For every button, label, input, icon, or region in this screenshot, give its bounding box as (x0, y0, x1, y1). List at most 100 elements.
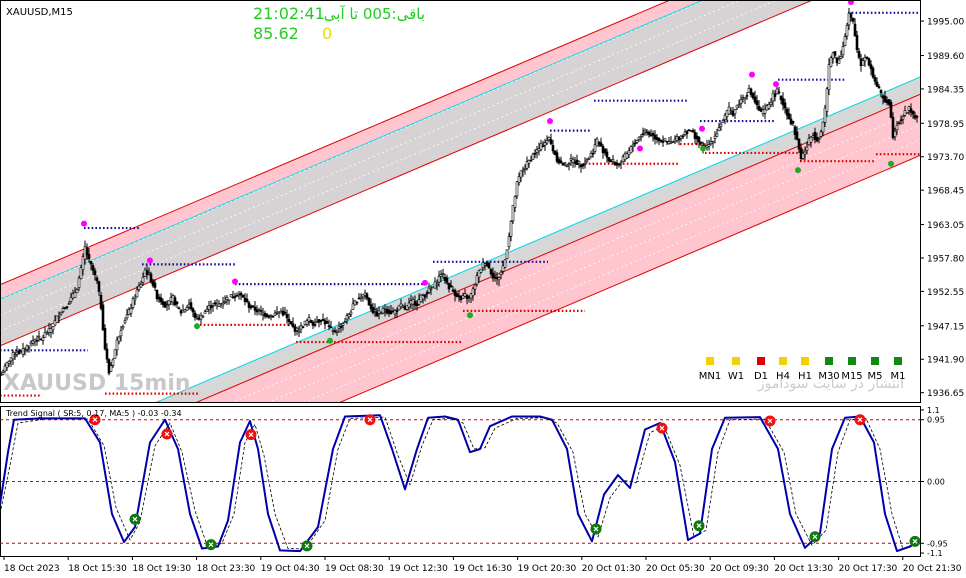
candle-body-415 (829, 57, 833, 67)
countdown-text: ﺑﺎﻗﯽ:500 ﺗﺎ ﺁﺑﯽ (324, 5, 425, 23)
candle-body-120 (239, 292, 243, 295)
price-tick-label-4: 1973.70 (927, 153, 964, 163)
candle-body-275 (549, 139, 553, 145)
candle-body-437 (873, 77, 877, 82)
candle-body-315 (629, 146, 633, 154)
time-tick-label-1: 18 Oct 15:30 (68, 564, 127, 574)
time-tick-label-4: 19 Oct 04:30 (261, 564, 320, 574)
candle-body-80 (159, 297, 163, 302)
tf-status-h1 (801, 357, 809, 365)
swing-high-marker-4 (547, 118, 553, 125)
candle-body-45 (89, 261, 93, 265)
candle-body-32 (63, 307, 67, 309)
candle-body-349 (697, 136, 701, 143)
candle-body-105 (209, 305, 213, 309)
candle-body-103 (205, 308, 209, 312)
candle-body-445 (889, 101, 893, 118)
candle-body-49 (97, 281, 101, 292)
candle-body-21 (41, 337, 45, 341)
swing-low-marker-2 (467, 312, 473, 319)
candle-body-41 (81, 256, 85, 270)
candle-body-63 (125, 314, 129, 319)
candle-body-97 (193, 312, 197, 318)
candle-body-107 (213, 302, 217, 305)
candle-body-284 (567, 163, 571, 165)
candle-body-296 (591, 152, 595, 155)
candle-body-5 (9, 357, 13, 362)
candle-body-109 (217, 303, 221, 307)
candle-body-439 (877, 86, 881, 89)
candle-body-104 (207, 305, 211, 310)
trading-chart[interactable]: XAUUSD,M15 21:02:41 ﺑﺎﻗﯽ:500 ﺗﺎ ﺁﺑﯽ 85.6… (0, 0, 966, 578)
price-tick-label-8: 1952.55 (927, 288, 964, 298)
candle-body-261 (521, 169, 525, 172)
candle-body-65 (129, 308, 133, 314)
time-tick-label-14: 20 Oct 21:30 (903, 564, 962, 574)
candle-body-119 (237, 294, 241, 296)
candle-body-283 (565, 164, 569, 167)
candle-body-411 (821, 121, 825, 133)
candle-body-111 (221, 302, 225, 306)
osc-tick-label-3: -0.95 (927, 539, 948, 548)
candle-body-282 (563, 162, 567, 165)
candle-body-320 (639, 136, 643, 139)
candle-body-90 (179, 310, 183, 314)
tf-label-m30: M30 (818, 371, 839, 382)
candle-body-6 (11, 352, 15, 360)
candle-body-51 (101, 304, 105, 331)
time-tick-label-13: 20 Oct 17:30 (839, 564, 898, 574)
candle-body-331 (661, 141, 665, 143)
candle-body-294 (587, 158, 591, 160)
candle-body-341 (681, 135, 685, 138)
time-tick-label-8: 19 Oct 20:30 (518, 564, 577, 574)
candle-body-343 (685, 131, 689, 135)
candle-body-164 (327, 325, 331, 327)
candle-body-26 (51, 326, 55, 331)
candle-body-372 (743, 96, 747, 100)
tf-status-d1 (757, 357, 765, 365)
candle-body-135 (269, 314, 273, 317)
candle-body-421 (841, 46, 845, 56)
candle-body-346 (691, 130, 695, 133)
candle-body-373 (745, 95, 749, 97)
candle-body-420 (839, 56, 843, 59)
price-tick-label-9: 1947.15 (927, 322, 964, 332)
price-tick-label-11: 1936.65 (927, 389, 964, 399)
candle-body-218 (435, 284, 439, 286)
candle-body-254 (507, 236, 511, 247)
candle-body-385 (769, 101, 773, 106)
candle-body-85 (169, 297, 173, 302)
candle-body-95 (189, 302, 193, 309)
candle-body-81 (161, 301, 165, 305)
candle-body-221 (441, 273, 445, 275)
candle-body-77 (153, 282, 157, 288)
price-tick-label-0: 1995.00 (927, 18, 964, 28)
candle-body-29 (57, 316, 61, 319)
candle-body-14 (27, 347, 31, 349)
candle-body-4 (7, 361, 11, 364)
swing-high-marker-5 (637, 145, 643, 152)
candle-body-68 (135, 289, 139, 298)
swing-high-marker-0 (81, 220, 87, 227)
price-tick-label-2: 1984.35 (927, 85, 964, 95)
candle-body-360 (719, 123, 723, 127)
candle-body-92 (183, 309, 187, 313)
candle-body-69 (137, 285, 141, 290)
candle-body-262 (523, 168, 527, 170)
candle-body-113 (225, 297, 229, 300)
candle-body-149 (297, 330, 301, 333)
candle-body-175 (349, 311, 353, 315)
candle-body-180 (359, 296, 363, 299)
candle-body-66 (131, 298, 135, 308)
swing-high-marker-1 (147, 257, 153, 264)
candle-body-91 (181, 310, 185, 313)
candle-body-384 (767, 104, 771, 109)
symbol-watermark: XAUUSD 15min (3, 371, 191, 396)
candle-body-257 (513, 196, 517, 208)
candle-body-183 (365, 293, 369, 299)
candle-body-118 (235, 295, 239, 297)
candle-body-83 (165, 304, 169, 306)
candle-body-137 (273, 312, 277, 316)
swing-low-marker-3 (700, 145, 706, 152)
time-tick-label-11: 20 Oct 09:30 (710, 564, 769, 574)
